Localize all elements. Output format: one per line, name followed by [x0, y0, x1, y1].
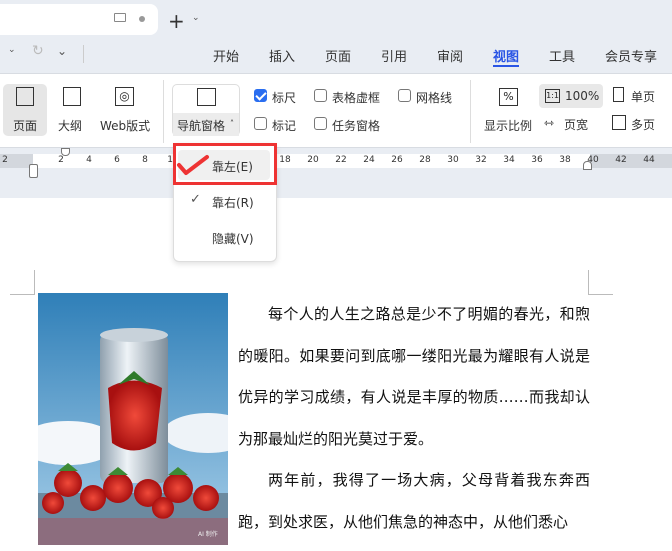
ribbon-divider: [470, 80, 471, 143]
page-width-button[interactable]: ⇿ 页宽: [544, 114, 600, 134]
zoom-ratio-button[interactable]: % 显示比例: [482, 84, 536, 136]
chevron-up-icon: ˄: [230, 119, 234, 128]
document-tab[interactable]: [0, 4, 158, 35]
active-tab-underline: [493, 65, 519, 67]
redo-icon[interactable]: ↻: [32, 43, 44, 59]
check-icon: ✓: [190, 192, 201, 207]
ruler-number: 20: [307, 155, 319, 165]
one-to-one-icon: 1:1: [545, 89, 560, 103]
paragraph: 两年前，我得了一场大病，父母背着我东奔西跑，到处求医，从他们焦急的神态中，从他们…: [238, 471, 590, 531]
ruler-number: 18: [279, 155, 291, 165]
margin-corner-mark: [10, 270, 35, 295]
ruler-number: 42: [615, 155, 627, 165]
web-view-label: Web版式: [100, 119, 151, 133]
right-indent-marker[interactable]: [583, 161, 592, 170]
ruler-number: 36: [531, 155, 543, 165]
paragraph: 每个人的人生之路总是少不了明媚的春光，和煦的暖阳。如果要问到底哪一缕阳光最为耀眼…: [238, 305, 590, 448]
tab-review[interactable]: 审阅: [437, 46, 463, 65]
markup-checkbox[interactable]: [254, 117, 267, 130]
ruler-number: 30: [447, 155, 459, 165]
ruler-number: 26: [391, 155, 403, 165]
ruler-number: 22: [335, 155, 347, 165]
ruler-right-margin: [590, 154, 672, 168]
tab-view[interactable]: 视图: [493, 46, 519, 65]
menu-item-label: 靠右(R): [212, 196, 254, 210]
task-pane-label: 任务窗格: [332, 119, 381, 133]
outline-icon: [63, 87, 81, 106]
ruler-number: 6: [114, 155, 120, 165]
zoom-ratio-label: 显示比例: [484, 119, 533, 133]
page-width-icon: ⇿: [544, 116, 555, 130]
page-view-button[interactable]: 页面: [3, 84, 47, 136]
toolbar-divider: [83, 45, 84, 63]
ruler-number: 8: [142, 155, 148, 165]
ruler-number: 34: [503, 155, 515, 165]
multi-page-label: 多页: [631, 118, 656, 132]
ribbon-divider: [163, 80, 164, 143]
undo-dropdown-icon[interactable]: ⌄: [8, 45, 16, 55]
page-view-label: 页面: [13, 119, 38, 133]
multi-page-button[interactable]: 多页: [611, 114, 667, 134]
dot-icon: [139, 16, 145, 22]
ruler-number: 32: [475, 155, 487, 165]
ruler-number: 2: [58, 155, 64, 165]
ruler-label: 标尺: [272, 91, 297, 105]
margin-corner-mark: [588, 270, 613, 295]
more-chevron-icon[interactable]: ⌄: [57, 44, 67, 58]
highlight-box: [173, 143, 277, 185]
single-page-icon: [613, 87, 624, 102]
strawberry-can-image[interactable]: AI 制作: [38, 293, 228, 545]
ruler-number: 2: [2, 155, 8, 165]
percent-icon: %: [499, 88, 518, 106]
multi-page-icon: [612, 115, 626, 130]
single-page-button[interactable]: 单页: [611, 86, 667, 106]
page-view-icon: [16, 87, 34, 106]
tab-tools[interactable]: 工具: [549, 46, 575, 65]
single-page-label: 单页: [631, 90, 656, 104]
task-pane-checkbox[interactable]: [314, 117, 327, 130]
ruler-number: 28: [419, 155, 431, 165]
ruler-checkbox[interactable]: [254, 89, 267, 102]
tab-reference[interactable]: 引用: [381, 46, 407, 65]
ruler-number: 24: [363, 155, 375, 165]
left-indent-marker[interactable]: [29, 164, 38, 178]
monitor-icon[interactable]: [114, 13, 126, 22]
markup-label: 标记: [272, 119, 297, 133]
nav-pane-icon: [197, 88, 216, 106]
globe-icon: ◎: [115, 87, 134, 106]
tab-page[interactable]: 页面: [325, 46, 351, 65]
zoom-value: 100%: [565, 89, 600, 103]
ruler-number: 4: [86, 155, 92, 165]
ai-generated-caption: AI 制作: [198, 531, 218, 538]
page-width-label: 页宽: [564, 118, 589, 132]
outline-view-label: 大纲: [58, 119, 83, 133]
ruler-number: 38: [559, 155, 571, 165]
gridlines-checkbox[interactable]: [398, 89, 411, 102]
menu-item-label: 隐藏(V): [212, 232, 254, 246]
chevron-down-icon[interactable]: ⌄: [192, 13, 200, 23]
tab-start[interactable]: 开始: [213, 46, 239, 65]
tab-insert[interactable]: 插入: [269, 46, 295, 65]
first-line-indent-marker[interactable]: [61, 148, 70, 156]
outline-view-button[interactable]: 大纲: [55, 84, 89, 136]
menu-item-right[interactable]: ✓ 靠右(R): [178, 188, 270, 216]
table-gridlines-checkbox[interactable]: [314, 89, 327, 102]
table-gridlines-label: 表格虚框: [332, 91, 381, 105]
new-tab-icon[interactable]: +: [168, 9, 185, 33]
ruler-number: 44: [643, 155, 655, 165]
nav-pane-label: 导航窗格: [177, 119, 226, 133]
web-view-button[interactable]: ◎ Web版式: [98, 84, 154, 136]
nav-pane-button[interactable]: 导航窗格 ˄: [172, 84, 240, 136]
zoom-100-button[interactable]: 1:1 100%: [539, 84, 603, 108]
menu-item-hide[interactable]: 隐藏(V): [178, 224, 270, 252]
tab-member[interactable]: 会员专享: [605, 46, 657, 65]
gridlines-label: 网格线: [416, 91, 453, 105]
